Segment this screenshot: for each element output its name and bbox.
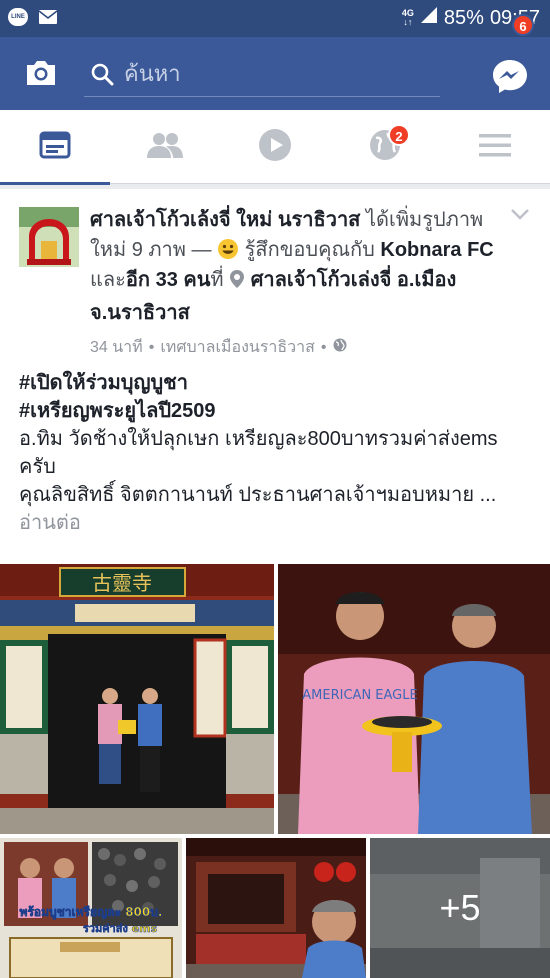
tab-news-feed[interactable] bbox=[0, 110, 110, 185]
post-photo[interactable]: 古靈寺 bbox=[0, 564, 274, 834]
post-photo[interactable] bbox=[186, 838, 366, 978]
meta-separator: • bbox=[320, 338, 327, 356]
active-tab-indicator bbox=[0, 182, 110, 185]
line-app-icon: LINE bbox=[8, 8, 28, 26]
others-link[interactable]: อีก 33 คน bbox=[126, 269, 211, 291]
at-text: ที่ bbox=[210, 269, 230, 291]
tab-bar bbox=[0, 110, 550, 185]
poster-shipping-text: รวมค่าส่ง ems bbox=[83, 922, 158, 935]
tagged-friend-link[interactable]: Kobnara FC bbox=[380, 239, 493, 261]
post-body: #เปิดให้ร่วมบุญบูชา #เหรียญพระยูไลปี2509… bbox=[19, 369, 534, 537]
mail-icon bbox=[38, 9, 58, 25]
shrine-sign-text: 古靈寺 bbox=[92, 571, 152, 595]
notifications-badge: 2 bbox=[388, 124, 410, 146]
status-bar: LINE 4G↓↑ 85% 09:57 bbox=[0, 0, 550, 37]
post-text-line: อ.ทิม วัดช้างให้ปลุกเษก เหรียญละ800บาทรว… bbox=[19, 428, 498, 478]
meta-separator: • bbox=[148, 338, 155, 356]
post-photo-more[interactable]: +5 bbox=[370, 838, 550, 978]
post-place[interactable]: เทศบาลเมืองนราธิวาส bbox=[160, 335, 315, 360]
feeling-text: รู้สึกขอบคุณกับ bbox=[239, 239, 381, 261]
page-avatar[interactable] bbox=[19, 207, 79, 267]
post-timestamp[interactable]: 34 นาที bbox=[90, 335, 143, 360]
tab-notifications[interactable] bbox=[330, 110, 440, 184]
tab-video[interactable] bbox=[220, 110, 330, 184]
shirt-print-text: AMERICAN EAGLE bbox=[302, 688, 417, 703]
more-photos-count: +5 bbox=[370, 838, 550, 978]
search-icon bbox=[90, 62, 114, 91]
post-text-line: คุณลิขสิทธิ์ จิตตกานานท์ ประธานศาลเจ้าฯม… bbox=[19, 484, 497, 506]
tab-menu[interactable] bbox=[440, 110, 550, 184]
friends-icon bbox=[146, 131, 184, 164]
signal-icon bbox=[420, 6, 438, 30]
post-meta: 34 นาที • เทศบาลเมืองนราธิวาส • bbox=[90, 335, 347, 360]
messenger-icon[interactable] bbox=[490, 56, 530, 96]
messenger-badge: 6 bbox=[512, 14, 534, 36]
hashtag-link[interactable]: #เปิดให้ร่วมบุญบูชา bbox=[19, 369, 534, 397]
post-header: ศาลเจ้าโก้วเล้งจี่ ใหม่ นราธิวาส ได้เพิ่… bbox=[90, 205, 500, 328]
network-type: 4G ↓↑ bbox=[401, 8, 414, 27]
tab-friend-requests[interactable] bbox=[110, 110, 220, 184]
app-bar bbox=[0, 37, 550, 110]
page-name-link[interactable]: ศาลเจ้าโก้วเล้งจี่ ใหม่ นราธิวาส bbox=[90, 209, 360, 231]
play-icon bbox=[258, 128, 292, 167]
camera-icon[interactable] bbox=[24, 58, 58, 88]
smiley-icon bbox=[217, 239, 239, 261]
read-more-link[interactable]: อ่านต่อ bbox=[19, 509, 534, 537]
battery-level: 85% bbox=[443, 6, 484, 29]
and-text: และ bbox=[90, 269, 126, 291]
location-pin-icon bbox=[229, 268, 245, 298]
poster-price-text: พร้อมบูชาเหรียญละ 800บ. bbox=[20, 905, 163, 920]
public-globe-icon bbox=[333, 338, 347, 357]
hamburger-icon bbox=[478, 132, 512, 163]
post-photo[interactable]: พร้อมบูชาเหรียญละ 800บ. รวมค่าส่ง ems bbox=[0, 838, 182, 978]
search-input[interactable] bbox=[124, 57, 424, 91]
post-options-chevron-icon[interactable] bbox=[510, 207, 530, 226]
post-photo[interactable]: AMERICAN EAGLE bbox=[278, 564, 550, 834]
feed-post: ศาลเจ้าโก้วเล้งจี่ ใหม่ นราธิวาส ได้เพิ่… bbox=[0, 189, 550, 978]
hashtag-link[interactable]: #เหรียญพระยูไลปี2509 bbox=[19, 397, 534, 425]
news-feed-icon bbox=[39, 131, 71, 164]
search-bar[interactable] bbox=[84, 53, 440, 97]
